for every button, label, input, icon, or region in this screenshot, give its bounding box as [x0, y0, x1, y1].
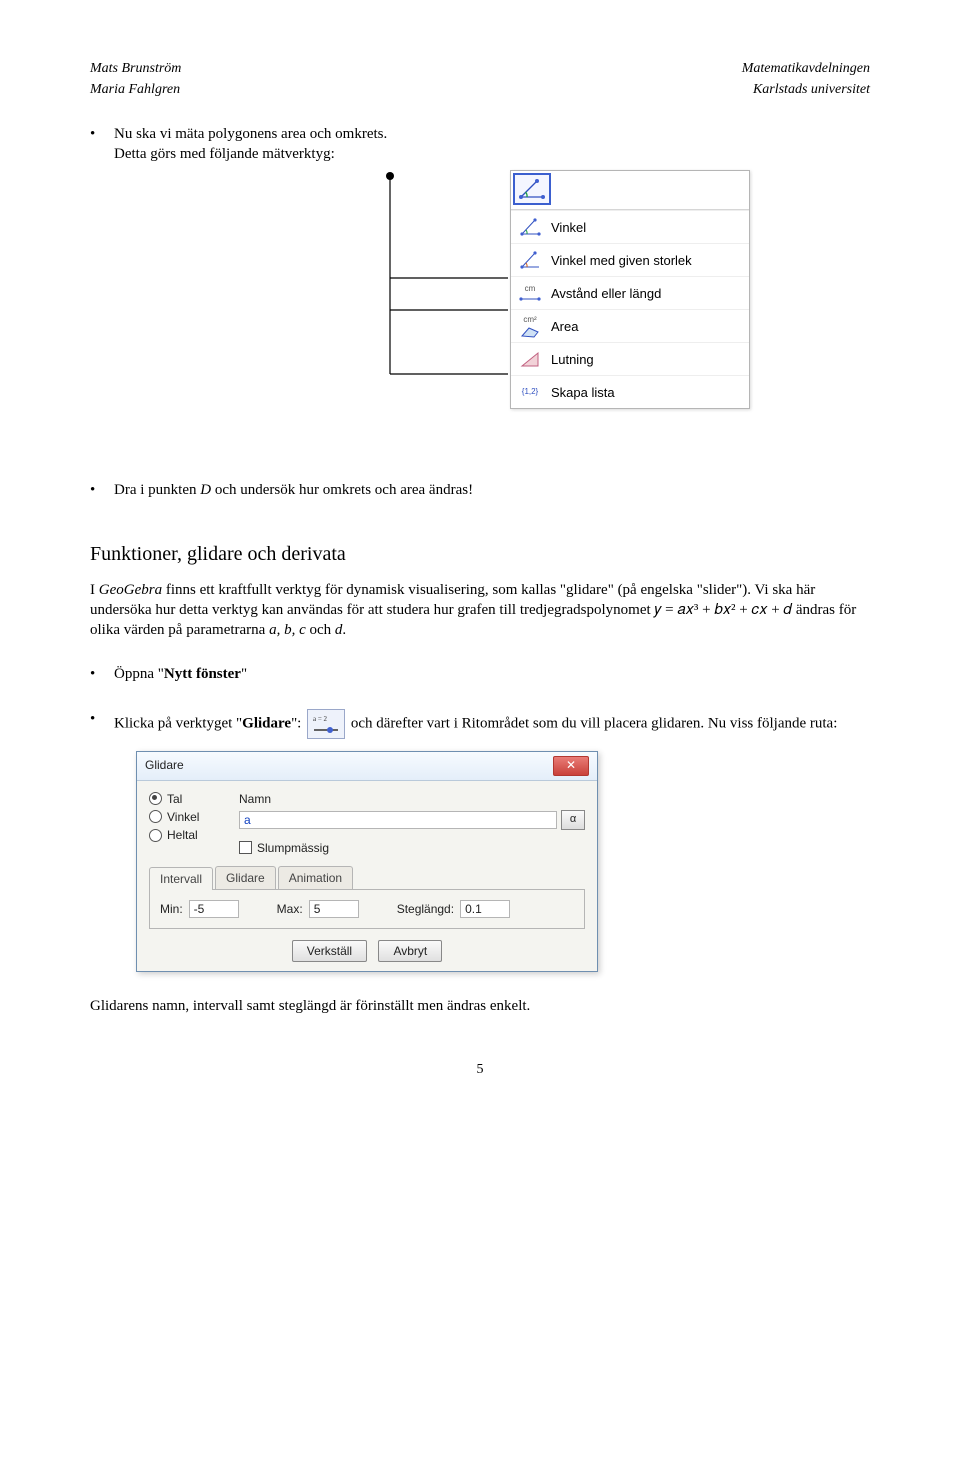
tab-pane-intervall: Min: -5 Max: 5 Steglängd: 0.1 [149, 890, 585, 929]
radio-vinkel[interactable]: Vinkel [149, 809, 239, 825]
angle-icon [517, 214, 543, 240]
menu-item-label: Lutning [551, 351, 594, 369]
menu-item-label: Vinkel [551, 219, 586, 237]
alpha-icon: α [570, 812, 576, 827]
close-button[interactable]: ✕ [553, 756, 589, 776]
closing-paragraph: Glidarens namn, intervall samt steglängd… [90, 996, 870, 1016]
section-title: Funktioner, glidare och derivata [90, 541, 870, 568]
area-icon: cm² [517, 313, 543, 339]
radio-icon [149, 829, 162, 842]
menu-item-label: Area [551, 318, 578, 336]
step-label: Steglängd: [397, 901, 454, 917]
distance-icon: cm [517, 280, 543, 306]
radio-label: Vinkel [167, 809, 199, 825]
min-label: Min: [160, 901, 183, 917]
list-icon: {1,2} [517, 379, 543, 405]
radio-label: Tal [167, 791, 182, 807]
checkbox-label: Slumpmässig [257, 840, 329, 856]
dialog-title: Glidare [145, 757, 184, 773]
name-label: Namn [239, 792, 271, 806]
header-left-bottom: Maria Fahlgren [90, 81, 180, 100]
bullet-open-window: Öppna "Nytt fönster" [114, 664, 870, 684]
name-input[interactable]: a [239, 811, 557, 829]
menu-item-vinkel-given[interactable]: Vinkel med given storlek [511, 243, 749, 276]
dropdown-header [511, 171, 749, 210]
cancel-button[interactable]: Avbryt [378, 940, 442, 962]
random-checkbox[interactable]: Slumpmässig [239, 840, 585, 856]
angle-tool-button[interactable] [513, 173, 551, 205]
menu-item-distance[interactable]: cm Avstånd eller längd [511, 276, 749, 309]
tab-animation[interactable]: Animation [278, 866, 353, 889]
menu-item-create-list[interactable]: {1,2} Skapa lista [511, 375, 749, 408]
min-input[interactable]: -5 [189, 900, 239, 918]
bullet-marker [90, 480, 114, 500]
header-right-top: Matematikavdelningen [742, 60, 870, 79]
intro-paragraph: I GeoGebra finns ett kraftfullt verktyg … [90, 580, 870, 641]
tab-glidare[interactable]: Glidare [215, 866, 276, 889]
radio-heltal[interactable]: Heltal [149, 827, 239, 843]
menu-item-area[interactable]: cm² Area [511, 309, 749, 342]
apply-button[interactable]: Verkställ [292, 940, 367, 962]
header-left-top: Mats Brunström [90, 60, 181, 79]
dialog-tabs: Intervall Glidare Animation [149, 866, 585, 890]
radio-icon [149, 792, 162, 805]
slider-dialog: Glidare ✕ Tal Vinkel Heltal [136, 751, 598, 973]
radio-tal[interactable]: Tal [149, 791, 239, 807]
menu-item-label: Skapa lista [551, 384, 615, 402]
max-input[interactable]: 5 [309, 900, 359, 918]
angle-size-icon [517, 247, 543, 273]
close-icon: ✕ [566, 758, 576, 772]
menu-item-vinkel[interactable]: Vinkel [511, 210, 749, 243]
slope-icon [517, 346, 543, 372]
tab-intervall[interactable]: Intervall [149, 867, 213, 890]
menu-item-label: Avstånd eller längd [551, 285, 661, 303]
bullet-marker [90, 124, 114, 165]
bullet-measure-text: Nu ska vi mäta polygonens area och omkre… [114, 124, 870, 165]
slider-tool-icon: a = 2 [307, 709, 345, 739]
radio-label: Heltal [167, 827, 198, 843]
menu-item-slope[interactable]: Lutning [511, 342, 749, 375]
bullet-marker [90, 664, 114, 684]
step-input[interactable]: 0.1 [460, 900, 510, 918]
leader-lines [250, 170, 510, 450]
angle-icon [517, 177, 547, 201]
header-right-bottom: Karlstads universitet [753, 81, 870, 100]
measure-dropdown: Vinkel Vinkel med given storlek cm Avstå… [510, 170, 750, 409]
bullet-drag-text: Dra i punkten D och undersök hur omkrets… [114, 480, 870, 500]
measure-tools-figure: Vinkel Vinkel med given storlek cm Avstå… [90, 170, 870, 450]
bullet-marker [90, 709, 114, 739]
checkbox-icon [239, 841, 252, 854]
alpha-button[interactable]: α [561, 810, 585, 830]
bullet-click-glidare: Klicka på verktyget "Glidare": a = 2 och… [114, 709, 870, 739]
max-label: Max: [277, 901, 303, 917]
slider-icon-label: a = 2 [313, 715, 328, 723]
page-number: 5 [90, 1061, 870, 1080]
menu-item-label: Vinkel med given storlek [551, 252, 692, 270]
radio-icon [149, 810, 162, 823]
dialog-titlebar: Glidare ✕ [137, 752, 597, 781]
